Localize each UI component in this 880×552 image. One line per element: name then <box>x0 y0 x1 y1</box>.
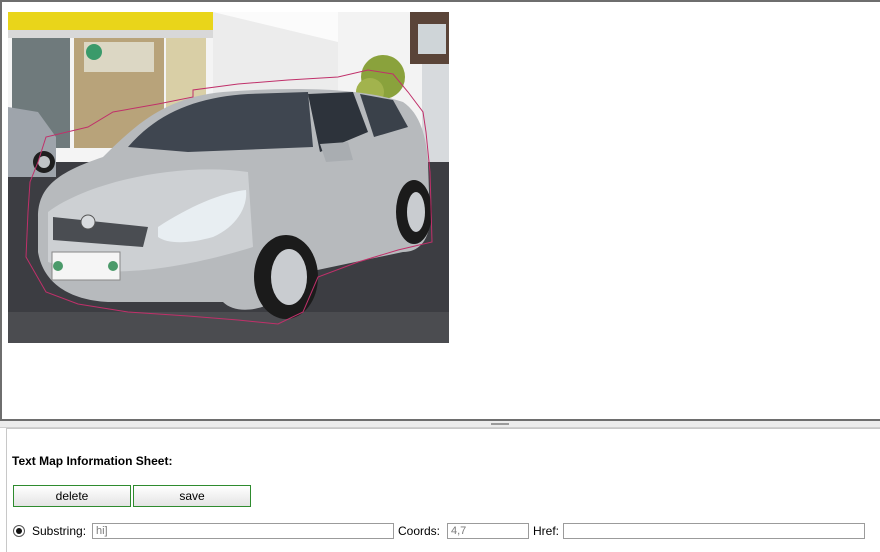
area-radio[interactable] <box>13 525 25 537</box>
coords-label: Coords: <box>398 524 441 538</box>
info-sheet-panel: Text Map Information Sheet: delete save … <box>6 428 880 552</box>
car-photo[interactable] <box>8 12 449 343</box>
substring-input[interactable] <box>92 523 394 539</box>
coords-input[interactable] <box>447 523 529 539</box>
href-input[interactable] <box>563 523 865 539</box>
delete-button[interactable]: delete <box>13 485 131 507</box>
panel-splitter[interactable] <box>0 421 880 428</box>
image-panel <box>0 0 880 421</box>
info-sheet-title: Text Map Information Sheet: <box>12 454 173 468</box>
radio-selected-icon <box>16 528 22 534</box>
save-button[interactable]: save <box>133 485 251 507</box>
substring-label: Substring: <box>32 524 87 538</box>
splitter-grip-icon[interactable] <box>491 423 509 425</box>
car-image <box>8 12 449 343</box>
href-label: Href: <box>533 524 560 538</box>
